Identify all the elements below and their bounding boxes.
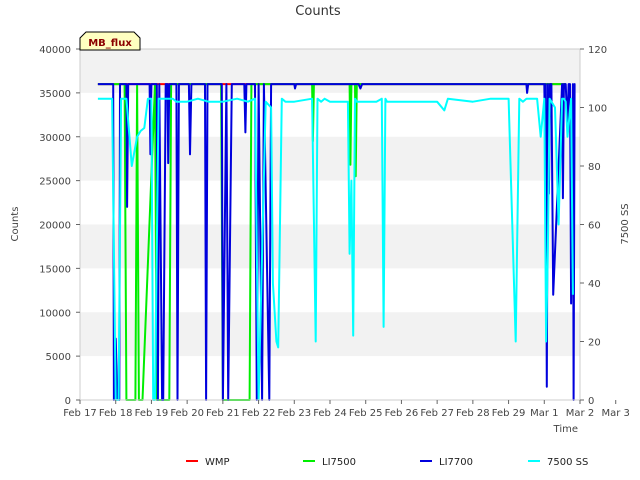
x-tick-label: Feb 18 bbox=[99, 408, 133, 419]
x-tick-label: Feb 20 bbox=[170, 408, 204, 419]
x-tick-label: Feb 28 bbox=[456, 408, 490, 419]
y-tick-label: 20000 bbox=[39, 221, 71, 232]
y-tick-label: 25000 bbox=[39, 177, 71, 188]
mb-flux-tag: MB_flux bbox=[79, 31, 141, 51]
legend-label: 7500 SS bbox=[547, 457, 588, 468]
y2-tick-label: 20 bbox=[588, 338, 601, 349]
y2-tick-label: 60 bbox=[588, 221, 601, 232]
y2-tick-label: 120 bbox=[588, 45, 607, 56]
legend: WMP LI7500 LI7700 7500 SS bbox=[186, 457, 588, 468]
y2-tick-label: 80 bbox=[588, 162, 601, 173]
x-tick-label: Mar 2 bbox=[566, 408, 594, 419]
y2-tick-label: 0 bbox=[588, 396, 594, 407]
x-tick-label: Feb 23 bbox=[277, 408, 311, 419]
x-axis: Feb 17 Feb 18 Feb 19 Feb 20 Feb 21 Feb 22 Feb … bbox=[63, 400, 630, 419]
x-tick-label: Mar 3 bbox=[602, 408, 630, 419]
x-tick-label: Feb 19 bbox=[135, 408, 169, 419]
y-tick-label: 10000 bbox=[39, 308, 71, 319]
x-tick-label: Feb 29 bbox=[492, 408, 526, 419]
x-tick-label: Feb 26 bbox=[385, 408, 419, 419]
x-tick-label: Mar 1 bbox=[530, 408, 558, 419]
tag-label: MB_flux bbox=[88, 38, 132, 49]
y-tick-label: 5000 bbox=[46, 352, 71, 363]
y2-tick-label: 40 bbox=[588, 279, 601, 290]
y-tick-label: 30000 bbox=[39, 133, 71, 144]
y-axis-label: Counts bbox=[10, 207, 21, 242]
x-tick-label: Feb 24 bbox=[313, 408, 347, 419]
y-axis-left: 0 5000 10000 15000 20000 25000 30000 35000 40000 bbox=[39, 45, 80, 407]
y-axis-right: 0 20 40 60 80 100 120 bbox=[580, 45, 607, 407]
legend-label: WMP bbox=[205, 457, 230, 468]
y2-tick-label: 100 bbox=[588, 104, 607, 115]
x-tick-label: Feb 22 bbox=[242, 408, 276, 419]
y-tick-label: 0 bbox=[65, 396, 71, 407]
x-tick-label: Feb 17 bbox=[63, 408, 97, 419]
x-tick-label: Feb 25 bbox=[349, 408, 383, 419]
counts-chart: Counts Feb 17 Feb 18 Feb 19 Feb 20 Feb 21 Feb… bbox=[10, 4, 631, 468]
x-axis-label: Time bbox=[553, 424, 578, 435]
chart-title: Counts bbox=[295, 4, 341, 19]
x-tick-label: Feb 27 bbox=[420, 408, 454, 419]
legend-label: LI7700 bbox=[439, 457, 473, 468]
legend-label: LI7500 bbox=[322, 457, 356, 468]
y-tick-label: 40000 bbox=[39, 45, 71, 56]
y-tick-label: 15000 bbox=[39, 264, 71, 275]
x-tick-label: Feb 21 bbox=[206, 408, 240, 419]
y2-axis-label: 7500 SS bbox=[620, 203, 631, 244]
y-tick-label: 35000 bbox=[39, 89, 71, 100]
